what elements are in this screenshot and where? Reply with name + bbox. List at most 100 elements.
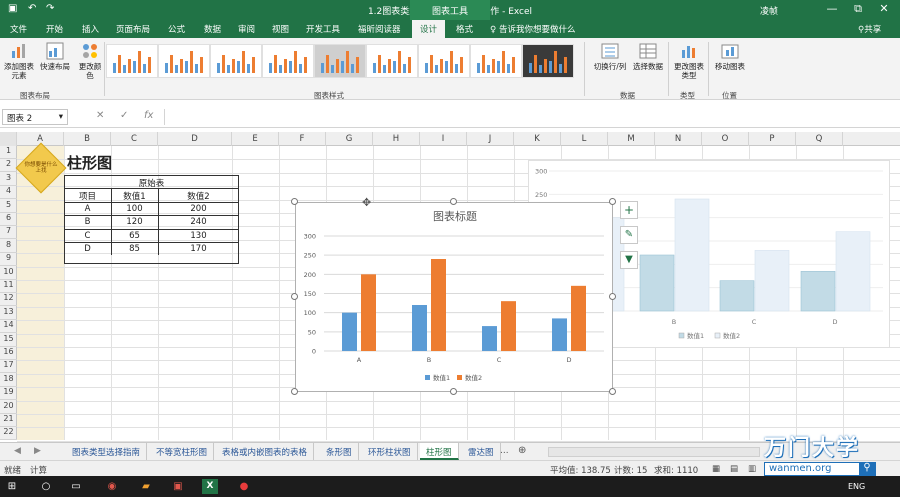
selected-chart[interactable]: 图表标题 0 50 100 150 200 250 300 A B C D 数值1 数值2	[295, 202, 613, 392]
sheet-tab[interactable]: 表格或内嵌图表的表格	[216, 443, 315, 460]
minimize-button[interactable]: —	[820, 2, 844, 15]
brush-icon[interactable]: ✎	[620, 226, 638, 244]
change-chart-type-button[interactable]: 更改图表类型	[672, 42, 706, 80]
column-header[interactable]: K	[514, 132, 561, 146]
resize-handle[interactable]	[291, 388, 298, 395]
column-header[interactable]: B	[64, 132, 111, 146]
tab-home[interactable]: 开始	[46, 23, 63, 35]
close-button[interactable]: ✕	[872, 2, 896, 15]
row-header[interactable]: 12	[0, 293, 17, 307]
table-cell[interactable]: 240	[158, 217, 239, 227]
row-header[interactable]: 18	[0, 374, 17, 387]
sheet-tab[interactable]: 条形图	[320, 443, 359, 460]
row-header[interactable]: 16	[0, 347, 17, 360]
tab-data[interactable]: 数据	[204, 23, 221, 35]
tab-review[interactable]: 审阅	[238, 23, 255, 35]
move-chart-button[interactable]: 移动图表	[712, 42, 748, 71]
user-name[interactable]: 凌帧	[760, 4, 778, 17]
tab-foxit[interactable]: 福昕阅读器	[358, 23, 401, 35]
column-header[interactable]: J	[467, 132, 514, 146]
row-header[interactable]: 21	[0, 414, 17, 427]
column-header[interactable]: F	[279, 132, 326, 146]
column-header[interactable]: E	[232, 132, 279, 146]
tab-page-layout[interactable]: 页面布局	[116, 23, 150, 35]
column-header[interactable]: H	[373, 132, 420, 146]
table-cell[interactable]: B	[64, 217, 111, 227]
row-header[interactable]: 8	[0, 240, 17, 253]
tab-file[interactable]: 文件	[10, 23, 27, 35]
task-view-icon[interactable]: ▭	[68, 479, 84, 494]
table-cell[interactable]: 数值1	[111, 190, 158, 202]
enter-icon[interactable]: ✓	[120, 110, 128, 121]
column-header[interactable]: P	[749, 132, 796, 146]
column-header[interactable]: G	[326, 132, 373, 146]
page-break-view-icon[interactable]: ▥	[748, 464, 756, 474]
select-all-corner[interactable]	[0, 132, 17, 146]
sheet-tab[interactable]: 不等宽柱形图	[150, 443, 215, 460]
column-header[interactable]: I	[420, 132, 467, 146]
row-header[interactable]: 11	[0, 280, 17, 293]
add-chart-element-button[interactable]: 添加图表元素	[2, 42, 36, 80]
select-data-button[interactable]: 选择数据	[630, 42, 666, 71]
row-header[interactable]: 7	[0, 226, 17, 240]
resize-handle[interactable]	[450, 388, 457, 395]
tell-me-search[interactable]: ♀ 告诉我你想要做什么	[490, 23, 575, 35]
page-layout-view-icon[interactable]: ▤	[730, 464, 738, 474]
chart-style-thumbnail[interactable]	[262, 44, 314, 78]
row-header[interactable]: 4	[0, 186, 17, 200]
table-cell[interactable]: 数值2	[158, 190, 239, 202]
search-circle-icon[interactable]: ○	[38, 479, 54, 494]
column-header[interactable]: N	[655, 132, 702, 146]
table-cell[interactable]: 170	[158, 244, 239, 254]
row-header[interactable]: 17	[0, 360, 17, 374]
windows-start-icon[interactable]: ⊞	[4, 479, 20, 494]
table-cell[interactable]: 原始表	[64, 177, 239, 189]
chart-style-thumbnail[interactable]	[522, 44, 574, 78]
table-cell[interactable]: D	[64, 244, 111, 254]
sheet-tab-active[interactable]: 柱形图	[420, 443, 459, 460]
cancel-icon[interactable]: ✕	[96, 110, 104, 121]
row-header[interactable]: 15	[0, 334, 17, 347]
row-header[interactable]: 2	[0, 159, 17, 173]
table-cell[interactable]: C	[64, 231, 111, 241]
more-sheets[interactable]: ...	[500, 446, 509, 456]
name-box[interactable]: 图表 2 ▾	[2, 109, 68, 125]
chart-style-thumbnail[interactable]	[366, 44, 418, 78]
table-cell[interactable]: 100	[111, 204, 158, 214]
app-icon[interactable]: ◉	[104, 479, 120, 494]
row-header[interactable]: 20	[0, 401, 17, 414]
row-header[interactable]: 19	[0, 387, 17, 401]
row-header[interactable]: 6	[0, 213, 17, 226]
switch-row-column-button[interactable]: 切换行/列	[590, 42, 630, 71]
add-sheet-icon[interactable]: ⊕	[518, 445, 526, 456]
tab-view[interactable]: 视图	[272, 23, 289, 35]
tab-developer[interactable]: 开发工具	[306, 23, 340, 35]
column-header[interactable]: O	[702, 132, 749, 146]
tab-insert[interactable]: 插入	[82, 23, 99, 35]
status-calc[interactable]: 计算	[30, 464, 47, 476]
resize-handle[interactable]	[450, 198, 457, 205]
row-header[interactable]: 13	[0, 307, 17, 320]
tab-format[interactable]: 格式	[456, 23, 473, 35]
sheet-tab[interactable]: 图表类型选择指南	[66, 443, 148, 460]
column-header[interactable]: D	[158, 132, 232, 146]
row-header[interactable]: 10	[0, 267, 17, 280]
resize-handle[interactable]	[609, 293, 616, 300]
worksheet-grid[interactable]: 你想要是什么 上找 柱形图 原始表 项目 数值1 数值2 A 100 200 B 120 240 C…	[15, 142, 900, 442]
scroll-left-icon[interactable]: ◀	[14, 446, 21, 456]
row-header[interactable]: 9	[0, 253, 17, 267]
chart-style-thumbnail[interactable]	[210, 44, 262, 78]
column-header[interactable]: L	[561, 132, 608, 146]
column-header[interactable]: M	[608, 132, 655, 146]
row-header[interactable]: 5	[0, 200, 17, 213]
table-cell[interactable]: A	[64, 204, 111, 214]
table-cell[interactable]: 120	[111, 217, 158, 227]
row-header[interactable]: 3	[0, 173, 17, 186]
pdf-icon[interactable]: ▣	[170, 479, 186, 494]
tab-formulas[interactable]: 公式	[168, 23, 185, 35]
scroll-right-icon[interactable]: ▶	[34, 446, 41, 456]
chart-style-thumbnail[interactable]	[106, 44, 158, 78]
row-header[interactable]: 14	[0, 320, 17, 334]
table-cell[interactable]: 200	[158, 204, 239, 214]
restore-button[interactable]: ⧉	[846, 2, 870, 16]
